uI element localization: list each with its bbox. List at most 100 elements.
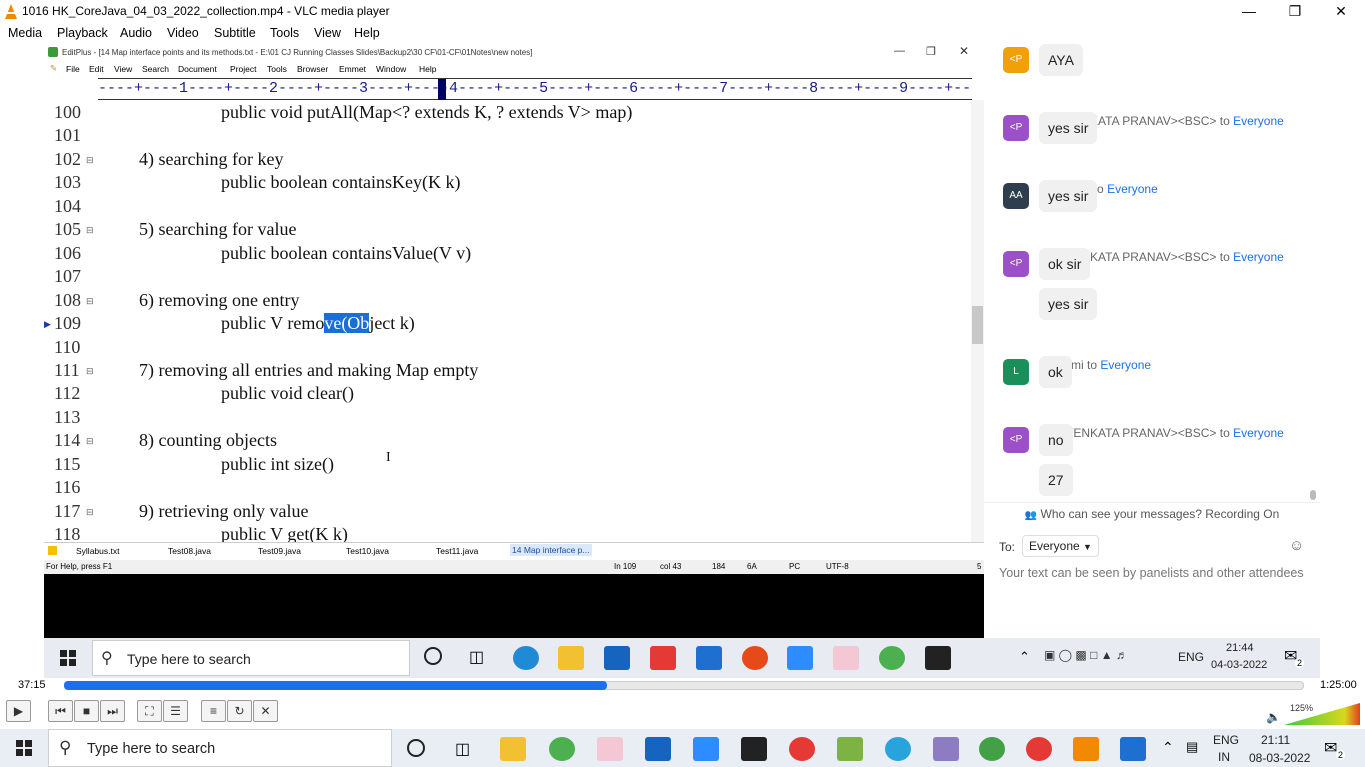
file-explorer-icon[interactable]	[558, 646, 584, 670]
outer-date[interactable]: 08-03-2022	[1249, 751, 1310, 765]
chat-message[interactable]: ok sir	[1039, 248, 1091, 280]
fold-icon[interactable]: ⊟	[86, 507, 94, 518]
code-line[interactable]: public boolean containsValue(V v)	[221, 243, 471, 264]
ep-menu-view[interactable]: View	[114, 64, 132, 74]
fold-icon[interactable]: ⊟	[86, 155, 94, 166]
maximize-button[interactable]: ❐	[1272, 0, 1318, 24]
chat-message[interactable]: ok	[1039, 356, 1072, 388]
chrome-icon[interactable]	[879, 646, 905, 670]
code-line[interactable]: 4) searching for key	[139, 149, 283, 170]
previous-button[interactable]: ⏮	[48, 700, 73, 722]
ep-menu-file[interactable]: File	[66, 64, 80, 74]
tab-test09[interactable]: Test09.java	[258, 546, 301, 556]
inner-lang[interactable]: ENG	[1178, 650, 1204, 664]
fold-icon[interactable]: ⊟	[86, 436, 94, 447]
outer-snip-icon[interactable]	[597, 737, 623, 761]
shuffle-button[interactable]: ✕	[253, 700, 278, 722]
outer-app-icon[interactable]	[979, 737, 1005, 761]
outer-chart-app-icon[interactable]	[837, 737, 863, 761]
outer-chrome-icon[interactable]	[549, 737, 575, 761]
speaker-icon[interactable]: 🔈	[1266, 710, 1281, 724]
code-line[interactable]: 6) removing one entry	[139, 290, 299, 311]
task-view-icon[interactable]: ◫	[469, 647, 484, 667]
outer-lang[interactable]: ENG	[1213, 733, 1239, 747]
close-button[interactable]: ✕	[1318, 0, 1364, 24]
code-line[interactable]: public V remove(Object k)	[221, 313, 415, 334]
ep-menu-tools[interactable]: Tools	[267, 64, 287, 74]
outer-huawei-icon[interactable]	[1026, 737, 1052, 761]
chat-message[interactable]: 27	[1039, 464, 1073, 496]
store-icon[interactable]	[604, 646, 630, 670]
fold-icon[interactable]: ⊟	[86, 296, 94, 307]
menu-playback[interactable]: Playback	[57, 26, 108, 40]
chat-scroll-thumb[interactable]	[1310, 490, 1316, 500]
tab-14-map-interface[interactable]: 14 Map interface p...	[510, 544, 592, 556]
outer-file-explorer-icon[interactable]	[500, 737, 526, 761]
tray-icons[interactable]: ▣ ◯ ▩ □ ▲ ♬	[1044, 648, 1128, 662]
chat-message[interactable]: yes sir	[1039, 112, 1098, 144]
zoom-icon[interactable]	[787, 646, 813, 670]
chat-input[interactable]: Your text can be seen by panelists and o…	[999, 566, 1304, 580]
gift-icon[interactable]	[650, 646, 676, 670]
outer-search-box[interactable]: ⚲ Type here to search	[48, 729, 392, 767]
ep-minimize-button[interactable]: —	[894, 45, 905, 57]
menu-video[interactable]: Video	[167, 26, 199, 40]
code-line[interactable]: public void clear()	[221, 383, 354, 404]
outer-time[interactable]: 21:11	[1261, 733, 1290, 747]
code-line[interactable]: 8) counting objects	[139, 430, 277, 451]
code-line[interactable]: 5) searching for value	[139, 219, 296, 240]
playlist-button[interactable]: ≡	[201, 700, 226, 722]
recipient-dropdown[interactable]: Everyone ▼	[1022, 535, 1099, 557]
outer-chevron-up-icon[interactable]: ⌃	[1162, 739, 1174, 756]
ep-menu-emmet[interactable]: Emmet	[339, 64, 366, 74]
recording-note[interactable]: 👥 Who can see your messages? Recording O…	[984, 502, 1320, 524]
ep-menu-help[interactable]: Help	[419, 64, 436, 74]
stop-button[interactable]: ■	[74, 700, 99, 722]
chat-message[interactable]: AYA	[1039, 44, 1083, 76]
ep-close-button[interactable]: ✕	[959, 44, 969, 58]
outer-telegram-icon[interactable]	[885, 737, 911, 761]
ep-menu-browser[interactable]: Browser	[297, 64, 328, 74]
code-line[interactable]: 7) removing all entries and making Map e…	[139, 360, 478, 381]
minimize-button[interactable]: —	[1226, 0, 1272, 24]
selected-text[interactable]: ve(Ob	[324, 313, 370, 334]
outer-region[interactable]: IN	[1218, 750, 1230, 764]
cortana-icon[interactable]	[424, 647, 442, 665]
loop-button[interactable]: ↻	[227, 700, 252, 722]
menu-subtitle[interactable]: Subtitle	[214, 26, 256, 40]
outer-zoom-icon[interactable]	[693, 737, 719, 761]
windows-start-icon[interactable]	[60, 650, 76, 666]
ep-menu-search[interactable]: Search	[142, 64, 169, 74]
mail-icon[interactable]	[696, 646, 722, 670]
menu-tools[interactable]: Tools	[270, 26, 299, 40]
editor-scroll-thumb[interactable]	[972, 306, 983, 344]
outer-sticky-notes-icon[interactable]	[741, 737, 767, 761]
edge-icon[interactable]	[513, 646, 539, 670]
ep-menu-document[interactable]: Document	[178, 64, 217, 74]
tab-syllabus[interactable]: Syllabus.txt	[76, 546, 119, 556]
tab-test10[interactable]: Test10.java	[346, 546, 389, 556]
code-line[interactable]: public boolean containsKey(K k)	[221, 172, 460, 193]
outer-wifi-icon[interactable]: ▤	[1186, 739, 1198, 755]
inner-search-box[interactable]: ⚲ Type here to search	[92, 640, 410, 676]
extended-settings-button[interactable]: ☰	[163, 700, 188, 722]
code-editor[interactable]: 100 public void putAll(Map<? extends K, ?…	[44, 100, 972, 542]
fullscreen-button[interactable]: ⛶	[137, 700, 162, 722]
fold-icon[interactable]: ⊟	[86, 225, 94, 236]
inner-time[interactable]: 21:44	[1226, 642, 1254, 654]
menu-view[interactable]: View	[314, 26, 341, 40]
sticky-notes-icon[interactable]	[925, 646, 951, 670]
record-app-icon[interactable]	[742, 646, 768, 670]
outer-photos-icon[interactable]	[1120, 737, 1146, 761]
inner-date[interactable]: 04-03-2022	[1211, 659, 1267, 671]
chevron-up-icon[interactable]: ⌃	[1019, 649, 1030, 665]
outer-task-view-icon[interactable]: ◫	[455, 739, 470, 759]
chat-message[interactable]: no	[1039, 424, 1073, 456]
menu-audio[interactable]: Audio	[120, 26, 152, 40]
outer-tool-icon[interactable]	[933, 737, 959, 761]
chat-message[interactable]: yes sir	[1039, 180, 1098, 212]
outer-cortana-icon[interactable]	[407, 739, 425, 757]
ep-menu-window[interactable]: Window	[376, 64, 406, 74]
fold-icon[interactable]: ⊟	[86, 366, 94, 377]
code-line[interactable]: 9) retrieving only value	[139, 501, 308, 522]
